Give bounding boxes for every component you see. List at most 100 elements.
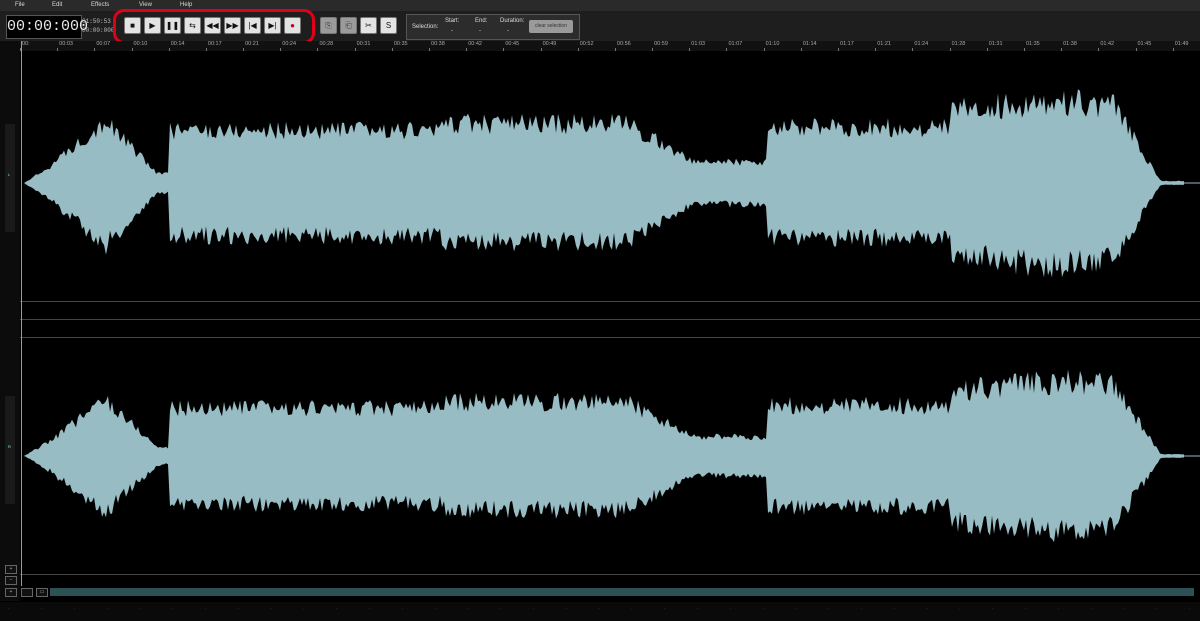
timeline-tick-label: 00:03 (59, 41, 73, 47)
current-position: 00:00:000 (82, 27, 115, 34)
timeline-tick-label: 01:17 (840, 41, 854, 47)
overview-tick: · (631, 606, 633, 611)
zoom-out-button[interactable]: − (5, 576, 17, 585)
overview-tick: · (828, 606, 830, 611)
menu-edit[interactable]: Edit (52, 0, 62, 8)
menu-file[interactable]: File (15, 0, 25, 8)
timeline-tick-label: 01:35 (1025, 41, 1040, 47)
overview-tick: · (1057, 606, 1059, 611)
overview-tick: · (270, 606, 272, 611)
overview-ruler: · · · · · · · · · · · · · · · · · · · · · · · · · · · · · · · · · · · · · (0, 602, 1200, 621)
menu-effects[interactable]: Effects (91, 0, 109, 8)
timeline-ruler[interactable]: 00: 00:03 00:07 00:10 00:14 00:17 00:21 00:24 00… (20, 41, 1200, 51)
overview-tick: · (992, 606, 994, 611)
playhead-cursor[interactable] (21, 41, 22, 586)
overview-tick: · (1090, 606, 1092, 611)
waveform-left-channel[interactable] (20, 55, 1200, 305)
overview-tick: · (73, 606, 75, 611)
overview-tick: · (40, 606, 43, 611)
total-duration: 01:50:53 (82, 18, 111, 25)
timeline-tick-label: 00:21 (245, 41, 259, 47)
timeline-tick-label: 01:24 (914, 41, 929, 47)
timeline-tick-label: 00:07 (96, 41, 111, 47)
waveform-right-channel[interactable] (20, 338, 1200, 574)
timeline-tick-label: 00:38 (431, 41, 445, 47)
overview-tick: · (172, 606, 174, 611)
overview-tick: · (926, 606, 928, 611)
cut-button[interactable]: ✂ (360, 17, 377, 34)
selection-duration-value: - (507, 28, 509, 34)
fit-button[interactable] (21, 588, 33, 597)
cut-icon: ✂ (365, 21, 372, 30)
timeline-tick-mark (726, 48, 728, 51)
timeline-tick-label: 01:21 (877, 41, 891, 47)
overview-tick: · (532, 606, 535, 611)
timeline-tick-mark (243, 48, 245, 51)
zoom-in-button[interactable]: + (5, 565, 17, 574)
copy-button[interactable]: ⎘ (320, 17, 337, 34)
timeline-tick-mark (949, 48, 951, 51)
overview-tick: · (8, 606, 10, 611)
selection-panel: Selection: Start: - End: - Duration: - c… (406, 14, 580, 40)
overview-tick: · (237, 606, 239, 611)
timeline-tick-mark (986, 48, 988, 51)
horizontal-scrollbar[interactable] (50, 588, 1194, 596)
selection-duration-label: Duration: (500, 18, 525, 24)
timeline-tick-label: 00: (22, 41, 30, 47)
channel-separator-top (20, 301, 1200, 302)
timeline-tick-label: 00:35 (393, 41, 408, 47)
timeline-tick-mark (614, 48, 616, 51)
transport-highlight (113, 9, 315, 44)
channel-left-text: L (8, 172, 11, 177)
timeline-tick-label: 00:17 (207, 41, 222, 47)
overview-tick: · (1024, 606, 1027, 611)
overview-tick: · (401, 606, 403, 611)
timeline-tick-mark (429, 48, 431, 51)
track-end-line (20, 574, 1200, 575)
timeline-tick-label: 00:52 (579, 41, 594, 47)
timeline-tick-label: 00:49 (542, 41, 557, 47)
overview-tick: · (1123, 606, 1125, 611)
channel-right-text: R (8, 444, 11, 449)
overview-tick: · (860, 606, 863, 611)
timeline-tick-label: 01:31 (988, 41, 1003, 47)
channel-label-right: R (5, 396, 15, 504)
timeline-tick-label: 01:14 (802, 41, 817, 47)
channel-gutter: L R + − (0, 41, 20, 601)
timeline-tick-mark (205, 48, 207, 51)
selection-end-value: - (479, 28, 481, 34)
timeline-tick-mark (800, 48, 802, 51)
overview-tick: · (1156, 606, 1158, 611)
timeline-tick-label: 01:10 (765, 41, 780, 47)
overview-tick: · (664, 606, 666, 611)
overview-tick: · (368, 606, 371, 611)
timeline-tick-label: 00:24 (282, 41, 297, 47)
channel-label-left: L (5, 124, 15, 232)
overview-tick: · (795, 606, 797, 611)
menu-view[interactable]: View (139, 0, 152, 8)
timeline-tick-label: 01:49 (1174, 41, 1189, 47)
timeline-tick-mark (503, 48, 505, 51)
selection-label: Selection: (412, 24, 439, 30)
timeline-tick-mark (838, 48, 840, 51)
clear-selection-button[interactable]: clear selection (529, 20, 573, 33)
zoom-fit-button[interactable]: ▭ (36, 588, 48, 597)
copy-icon: ⎘ (325, 20, 332, 30)
overview-tick: · (598, 606, 600, 611)
silence-button[interactable]: S (380, 17, 397, 34)
menu-help[interactable]: Help (180, 0, 192, 8)
selection-start-value: - (451, 28, 453, 34)
overview-tick: · (139, 606, 141, 611)
waveform-shape (24, 89, 1184, 278)
timeline-tick-mark (1135, 48, 1137, 51)
add-track-button[interactable]: + (5, 588, 17, 597)
edit-tools: ⎘ ⎗ ✂ S (320, 15, 397, 37)
timeline-tick-mark (354, 48, 356, 51)
overview-tick: · (1188, 606, 1191, 611)
timeline-tick-mark (131, 48, 133, 51)
timeline-tick-mark (1172, 48, 1174, 51)
paste-button[interactable]: ⎗ (340, 17, 357, 34)
time-display: 00:00:000 (6, 15, 88, 39)
overview-tick: · (696, 606, 699, 611)
timeline-tick-label: 01:42 (1100, 41, 1115, 47)
